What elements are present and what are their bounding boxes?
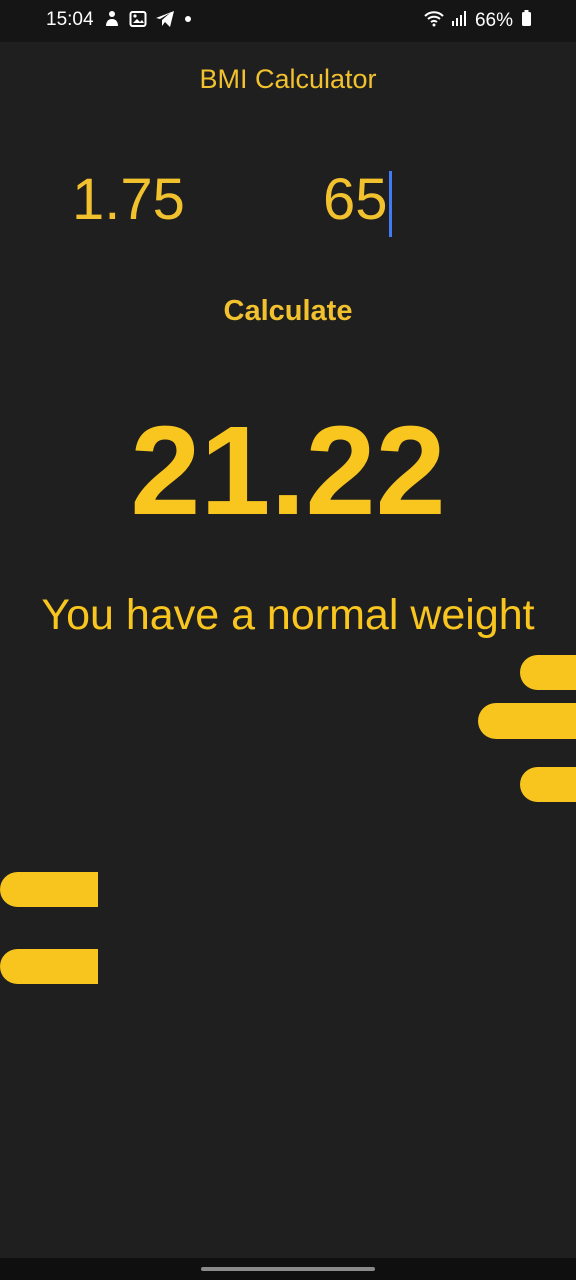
- battery-percentage: 66%: [474, 10, 513, 31]
- decorative-pill-right-bottom: [520, 767, 576, 802]
- text-cursor: [388, 170, 392, 237]
- status-time: 15:04: [46, 9, 94, 30]
- status-icons-right: 66%: [423, 9, 532, 33]
- telegram-icon: [155, 10, 175, 34]
- bmi-message: You have a normal weight: [41, 591, 535, 639]
- wifi-icon: [423, 9, 445, 33]
- app-title: BMI Calculator: [199, 64, 377, 94]
- decorative-pill-left-top: [0, 872, 98, 907]
- height-input[interactable]: [72, 160, 242, 240]
- image-icon: [129, 10, 147, 34]
- battery-icon: [521, 9, 532, 33]
- home-indicator[interactable]: [201, 1267, 375, 1271]
- decorative-pill-right-middle: [478, 703, 576, 739]
- status-bar: 15:04 66%: [0, 0, 576, 42]
- signal-icon: [451, 9, 469, 33]
- person-notification-icon: [103, 10, 121, 34]
- bmi-result: 21.22: [130, 400, 446, 541]
- weight-input[interactable]: 65: [323, 160, 493, 240]
- status-icons-left: [103, 10, 193, 34]
- decorative-pill-right-top: [520, 655, 576, 690]
- calculate-button[interactable]: Calculate: [188, 290, 388, 332]
- weight-value: 65: [323, 167, 388, 232]
- decorative-pill-left-bottom: [0, 949, 98, 984]
- dot-icon: [183, 10, 193, 34]
